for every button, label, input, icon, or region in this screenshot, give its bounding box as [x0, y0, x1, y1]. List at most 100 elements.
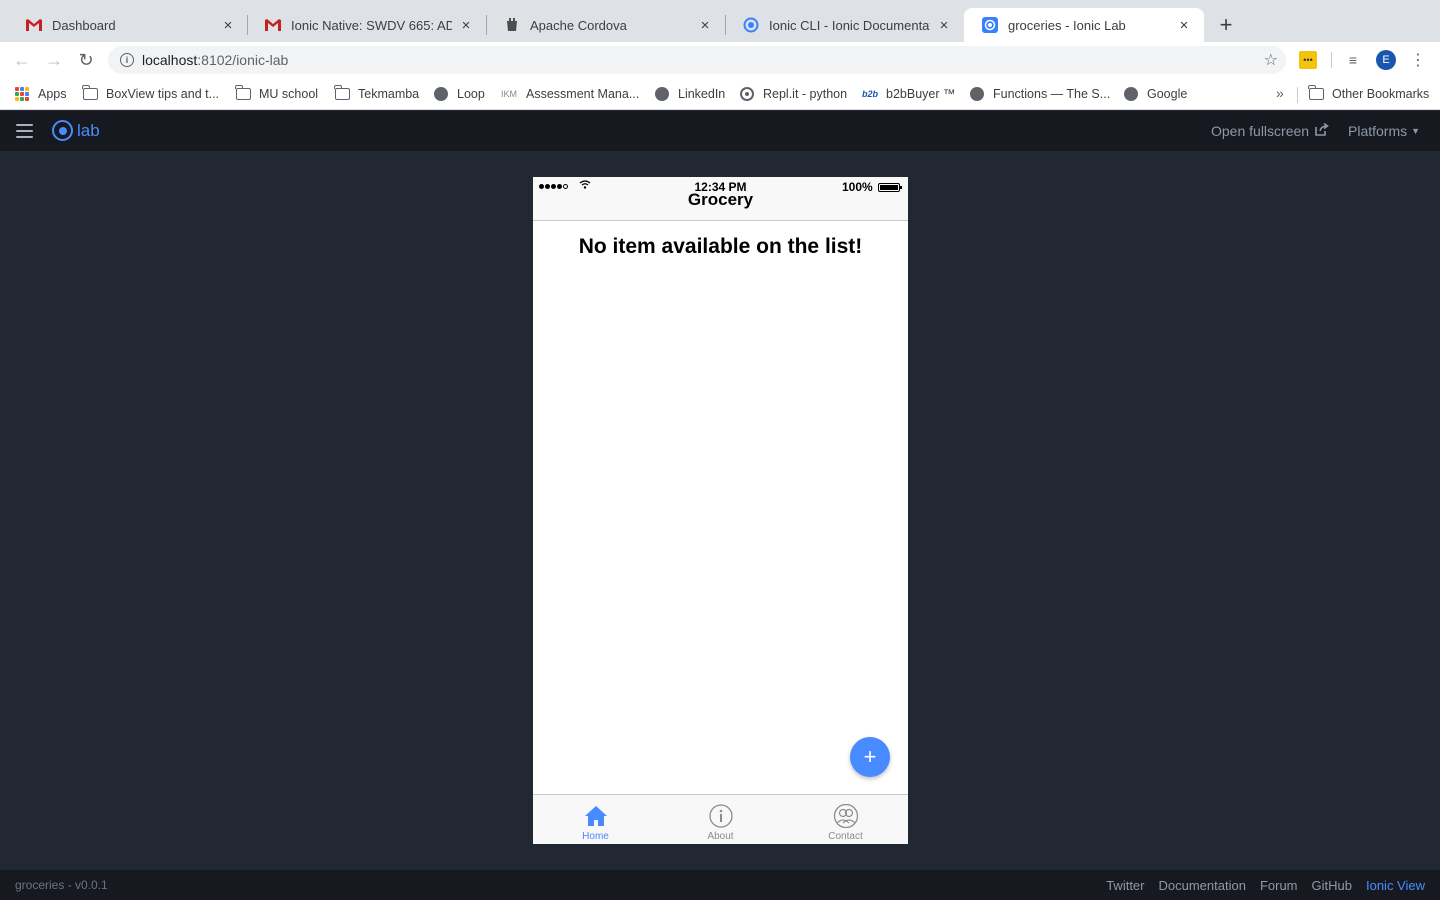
browser-tab-dashboard[interactable]: Dashboard × [8, 8, 248, 42]
cordova-icon [504, 17, 520, 33]
tab-label: About [707, 831, 734, 842]
footer-links: Twitter Documentation Forum GitHub Ionic… [1106, 878, 1425, 893]
bookmark-tekmamba[interactable]: Tekmamba [334, 85, 419, 103]
tab-title: groceries - Ionic Lab [1008, 17, 1126, 33]
ionic-lab-icon [982, 17, 998, 33]
bookmark-boxview[interactable]: BoxView tips and t... [82, 85, 219, 103]
tab-title: Ionic CLI - Ionic Documentation [769, 17, 930, 33]
lab-header: lab Open fullscreen Platforms ▼ [0, 111, 1440, 151]
folder-icon [82, 85, 98, 102]
ionic-logo-icon [52, 120, 73, 141]
bookmark-label: Other Bookmarks [1332, 87, 1430, 101]
browser-tab-ionic-native[interactable]: Ionic Native: SWDV 665: ADV TO × [247, 8, 486, 42]
ionic-icon [743, 17, 759, 33]
app-navbar: 12:34 PM 100% Grocery [533, 177, 908, 221]
footer-link-ionic-view[interactable]: Ionic View [1366, 878, 1425, 893]
browser-tab-ionic-cli[interactable]: Ionic CLI - Ionic Documentation × [725, 8, 964, 42]
address-bar[interactable]: i localhost:8102/ionic-lab ☆ [108, 46, 1286, 74]
close-icon[interactable]: × [458, 17, 474, 34]
lab-logo: lab [52, 120, 100, 141]
toolbar-divider [1331, 52, 1332, 68]
tab-about[interactable]: About [658, 795, 783, 844]
browser-tab-apache-cordova[interactable]: Apache Cordova × [486, 8, 725, 42]
profile-avatar[interactable]: E [1376, 50, 1396, 70]
bookmark-label: Apps [38, 87, 67, 101]
extension-icon[interactable]: ••• [1299, 51, 1317, 69]
bookmark-label: LinkedIn [678, 87, 726, 101]
bookmark-label: Assessment Mana... [526, 87, 640, 101]
ikm-icon: IKM [500, 89, 517, 99]
close-icon[interactable]: × [936, 17, 952, 34]
platforms-dropdown[interactable]: Platforms ▼ [1348, 123, 1420, 139]
close-icon[interactable]: × [220, 17, 236, 34]
external-link-icon [1315, 122, 1329, 139]
add-item-button[interactable]: + [850, 737, 890, 777]
tab-contact[interactable]: Contact [783, 795, 908, 844]
close-icon[interactable]: × [1176, 17, 1192, 34]
bookmark-star-icon[interactable]: ☆ [1264, 50, 1278, 70]
more-vert-icon[interactable]: ⋮ [1410, 50, 1426, 70]
bookmark-label: Tekmamba [358, 87, 420, 101]
tab-label: Contact [828, 831, 863, 842]
gmail-icon [265, 17, 281, 33]
hamburger-menu-icon[interactable] [16, 124, 33, 138]
contacts-icon [833, 803, 859, 829]
bookmark-linkedin[interactable]: LinkedIn [654, 85, 725, 103]
globe-icon [654, 86, 670, 102]
url-path: :8102/ionic-lab [197, 52, 289, 68]
close-icon[interactable]: × [697, 17, 713, 34]
info-icon [708, 803, 734, 829]
globe-icon [969, 86, 985, 102]
browser-tab-strip: Dashboard × Ionic Native: SWDV 665: ADV … [0, 0, 1440, 42]
bookmark-mu-school[interactable]: MU school [235, 85, 318, 103]
bookmark-assessment[interactable]: IKM Assessment Mana... [500, 85, 639, 103]
caret-down-icon: ▼ [1411, 126, 1421, 136]
tab-home[interactable]: Home [533, 795, 658, 844]
tab-title: Apache Cordova [530, 17, 627, 33]
bookmark-label: Functions — The S... [993, 87, 1111, 101]
reload-icon[interactable]: ↻ [74, 48, 98, 72]
new-tab-icon[interactable]: + [1214, 12, 1238, 37]
app-version: groceries - v0.0.1 [15, 878, 108, 892]
bookmark-label: Google [1147, 87, 1188, 101]
lab-footer: groceries - v0.0.1 Twitter Documentation… [0, 870, 1440, 900]
globe-icon [1123, 86, 1139, 102]
media-control-icon[interactable]: ≡ [1344, 51, 1362, 69]
open-fullscreen-button[interactable]: Open fullscreen [1211, 122, 1329, 139]
folder-icon [1308, 85, 1324, 102]
bookmark-b2bbuyer[interactable]: b2b b2bBuyer ™ [862, 85, 955, 103]
open-fullscreen-label: Open fullscreen [1211, 123, 1310, 139]
empty-list-message: No item available on the list! [578, 235, 863, 258]
site-info-icon[interactable]: i [120, 53, 134, 67]
bookmark-google[interactable]: Google [1123, 85, 1187, 103]
app-tab-bar: Home About Contact [533, 794, 908, 844]
bookmark-other[interactable]: Other Bookmarks [1308, 85, 1429, 103]
b2b-icon: b2b [862, 89, 879, 99]
bookmark-loop[interactable]: Loop [433, 85, 485, 103]
forward-arrow-icon[interactable]: → [42, 48, 66, 72]
double-chevron-icon[interactable]: » [1276, 85, 1284, 101]
bookmark-apps[interactable]: Apps [14, 85, 67, 103]
url-text[interactable]: localhost:8102/ionic-lab [142, 52, 288, 68]
bookmark-functions[interactable]: Functions — The S... [969, 85, 1110, 103]
bookmark-label: MU school [259, 87, 319, 101]
footer-link-forum[interactable]: Forum [1260, 878, 1298, 893]
bookmark-label: b2bBuyer ™ [886, 87, 956, 101]
browser-tab-ionic-lab[interactable]: groceries - Ionic Lab × [964, 8, 1204, 42]
bookmark-label: Repl.it - python [763, 87, 848, 101]
bookmark-label: Loop [457, 87, 485, 101]
bookmark-replit[interactable]: Repl.it - python [739, 85, 847, 103]
bookmarks-bar: Apps BoxView tips and t... MU school Tek… [0, 78, 1440, 110]
bookmark-label: BoxView tips and t... [106, 87, 220, 101]
page-title: Grocery [687, 190, 754, 209]
folder-icon [334, 85, 350, 102]
footer-link-twitter[interactable]: Twitter [1106, 878, 1144, 893]
footer-link-github[interactable]: GitHub [1312, 878, 1352, 893]
tab-title: Dashboard [52, 17, 116, 33]
bookmarks-divider [1297, 87, 1298, 103]
tab-label: Home [582, 831, 609, 842]
browser-toolbar: ← → ↻ i localhost:8102/ionic-lab ☆ ••• ≡… [0, 42, 1440, 78]
back-arrow-icon[interactable]: ← [10, 48, 34, 72]
tab-title: Ionic Native: SWDV 665: ADV TO [291, 17, 452, 33]
footer-link-documentation[interactable]: Documentation [1159, 878, 1246, 893]
